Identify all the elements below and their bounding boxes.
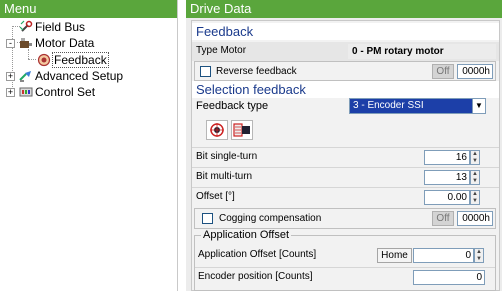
cogging-compensation-toggle[interactable]: Off — [432, 211, 454, 226]
collapse-icon[interactable]: - — [6, 39, 15, 48]
reverse-feedback-checkbox[interactable] — [200, 66, 211, 77]
application-offset-group: Application Offset Application Offset [C… — [194, 229, 496, 291]
reverse-feedback-hex: 0000h — [457, 64, 493, 79]
reverse-feedback-box: Reverse feedback Off 0000h — [194, 61, 496, 81]
encoder-position-label: Encoder position [Counts] — [198, 271, 313, 282]
feedback-icon — [37, 53, 51, 67]
drive-data-pane: Drive Data Feedback Type Motor 0 - PM ro… — [186, 0, 502, 291]
encoder-icon — [233, 123, 250, 137]
stepper-up-icon[interactable]: ▲ — [471, 191, 479, 197]
stepper-up-icon[interactable]: ▲ — [471, 171, 479, 177]
menu-item-feedback[interactable]: Feedback — [0, 52, 177, 68]
bit-multi-turn-row: Bit multi-turn 13 ▲ ▼ — [192, 167, 499, 186]
stepper-down-icon[interactable]: ▼ — [471, 198, 479, 204]
stepper-down-icon[interactable]: ▼ — [475, 256, 483, 262]
expand-icon[interactable]: + — [6, 88, 15, 97]
bit-single-turn-stepper[interactable]: ▲ ▼ — [470, 150, 480, 165]
sensor-icon — [210, 123, 224, 137]
stepper-down-icon[interactable]: ▼ — [471, 158, 479, 164]
type-motor-value: 0 - PM rotary motor — [348, 44, 496, 59]
offset-label: Offset [°] — [196, 191, 235, 202]
menu-item-field-bus[interactable]: Field Bus — [0, 19, 177, 35]
offset-input[interactable]: 0.00 — [424, 190, 470, 205]
reverse-feedback-toggle[interactable]: Off — [432, 64, 454, 79]
encoder-position-row: Encoder position [Counts] 0 — [195, 267, 495, 286]
wrench-icon — [19, 20, 33, 32]
pane-splitter[interactable] — [177, 0, 186, 291]
menu-item-label: Control Set — [35, 85, 96, 99]
feedback-toolbar — [192, 118, 499, 142]
reverse-feedback-label: Reverse feedback — [216, 66, 297, 77]
control-set-icon — [19, 87, 33, 97]
selection-feedback-title: Selection feedback — [192, 81, 499, 98]
type-motor-label: Type Motor — [196, 45, 247, 56]
expand-icon[interactable]: + — [6, 72, 15, 81]
bit-multi-turn-stepper[interactable]: ▲ ▼ — [470, 170, 480, 185]
bit-multi-turn-label: Bit multi-turn — [196, 171, 253, 182]
application-offset-title: Application Offset — [201, 229, 292, 241]
application-offset-input[interactable]: 0 — [413, 248, 474, 263]
motor-icon — [20, 38, 32, 48]
menu-item-label: Motor Data — [35, 36, 95, 50]
menu-item-motor-data[interactable]: - Motor Data — [0, 35, 177, 51]
application-offset-row: Application Offset [Counts] Home 0 ▲ ▼ — [195, 246, 495, 265]
bit-single-turn-input[interactable]: 16 — [424, 150, 470, 165]
feedback-type-row: Feedback type 3 - Encoder SSI ▼ — [192, 97, 499, 116]
application-offset-label: Application Offset [Counts] — [198, 249, 317, 260]
menu-item-label: Advanced Setup — [35, 69, 124, 83]
menu-item-label: Feedback — [52, 52, 109, 68]
menu-item-control-set[interactable]: + Control Set — [0, 84, 177, 100]
cogging-compensation-hex: 0000h — [457, 211, 493, 226]
encoder-position-value: 0 — [413, 270, 485, 285]
feedback-tool-button-1[interactable] — [206, 120, 228, 140]
menu-item-advanced-setup[interactable]: + Advanced Setup — [0, 68, 177, 84]
drive-data-header: Drive Data — [186, 0, 502, 18]
application-offset-stepper[interactable]: ▲ ▼ — [474, 248, 484, 263]
cogging-compensation-label: Cogging compensation — [219, 213, 322, 224]
stepper-up-icon[interactable]: ▲ — [475, 249, 483, 255]
menu-header: Menu — [0, 0, 177, 18]
offset-stepper[interactable]: ▲ ▼ — [470, 190, 480, 205]
stepper-up-icon[interactable]: ▲ — [471, 151, 479, 157]
cogging-compensation-checkbox[interactable] — [202, 213, 213, 224]
bit-single-turn-row: Bit single-turn 16 ▲ ▼ — [192, 147, 499, 166]
feedback-panel: Feedback Type Motor 0 - PM rotary motor … — [191, 20, 500, 291]
stepper-down-icon[interactable]: ▼ — [471, 178, 479, 184]
feedback-tool-button-2[interactable] — [231, 120, 253, 140]
bit-multi-turn-input[interactable]: 13 — [424, 170, 470, 185]
feedback-section-title: Feedback — [192, 23, 499, 40]
bit-single-turn-label: Bit single-turn — [196, 151, 258, 162]
advanced-setup-icon — [19, 71, 31, 82]
menu-item-label: Field Bus — [35, 20, 86, 34]
home-button[interactable]: Home — [377, 248, 412, 263]
offset-row: Offset [°] 0.00 ▲ ▼ — [192, 187, 499, 206]
cogging-compensation-box: Cogging compensation Off 0000h — [194, 208, 496, 229]
feedback-type-label: Feedback type — [196, 100, 269, 112]
menu-pane: Menu Field Bus - Motor Data Feedback + A… — [0, 0, 177, 291]
feedback-type-select[interactable]: 3 - Encoder SSI — [349, 98, 473, 114]
type-motor-row: Type Motor 0 - PM rotary motor — [192, 42, 499, 61]
chevron-down-icon[interactable]: ▼ — [472, 98, 486, 114]
